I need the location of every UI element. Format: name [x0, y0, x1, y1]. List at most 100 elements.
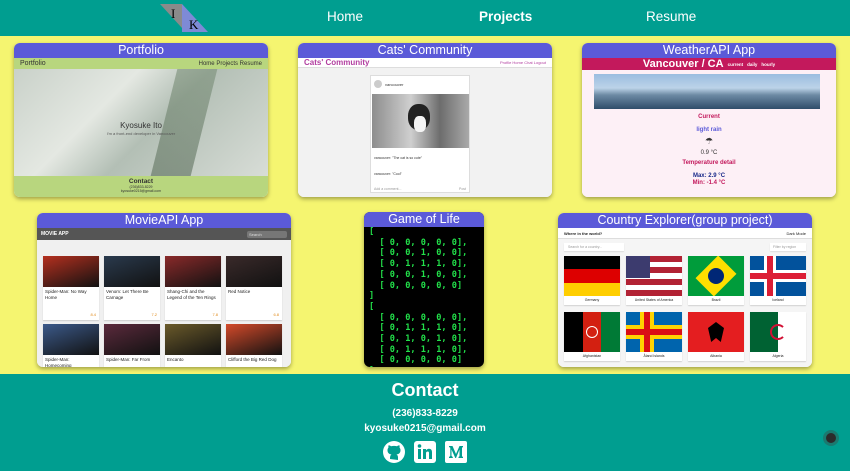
country-card: United States of America — [626, 256, 682, 305]
country-card: Brazil — [688, 256, 744, 305]
flag-image — [626, 256, 682, 296]
card-title: Cats' Community — [298, 43, 552, 58]
logo-letter-left: I — [171, 6, 175, 21]
flag-image — [750, 256, 806, 296]
post-button: Post — [458, 187, 466, 191]
country-card: Algeria — [750, 312, 806, 361]
portfolio-email: kyosuke0215@gmail.com — [120, 189, 162, 193]
weather-current-label: Current — [698, 114, 720, 120]
country-card: Åland Islands — [626, 312, 682, 361]
flag-image — [564, 312, 620, 352]
dark-mode-toggle: Dark Mode — [786, 230, 806, 236]
weather-max: Max: 2.9 °C — [692, 173, 726, 179]
city-skyline-photo — [594, 74, 820, 109]
cat-post: vancouver vancouver: "The cat is so cute… — [370, 75, 470, 193]
country-header: Where in the world? — [564, 230, 603, 236]
nav-home[interactable]: Home — [327, 9, 363, 24]
flag-image — [688, 312, 744, 352]
country-screenshot: Where in the world? Dark Mode Search for… — [558, 228, 812, 367]
region-filter: Filter by region — [770, 243, 806, 251]
weather-condition: light rain — [696, 127, 722, 133]
movie-card: Encanto — [165, 324, 221, 367]
project-card-weather[interactable]: WeatherAPI App Vancouver / CA current da… — [582, 43, 836, 197]
country-name: Albania — [710, 354, 722, 358]
portfolio-name: Kyosuke Ito — [120, 121, 162, 130]
movie-title: Spider-Man: No Way Home — [45, 289, 87, 300]
rain-icon: ☂ — [704, 136, 714, 146]
project-card-cats-community[interactable]: Cats' Community Cats' Community Profile … — [298, 43, 552, 197]
project-card-game-of-life[interactable]: Game of Life [ [ 0, 0, 0, 0, 0], [ 0, 0,… — [364, 212, 484, 367]
card-title: Country Explorer(group project) — [558, 213, 812, 228]
movie-card: Spider-Man: No Way Home 8.4 — [43, 256, 99, 320]
card-title: MovieAPI App — [37, 213, 291, 228]
cats-brand: Cats' Community — [304, 58, 370, 67]
movie-poster — [165, 324, 221, 355]
flag-image — [564, 256, 620, 296]
contact-phone: (236)833-8229 — [392, 408, 458, 419]
movie-rating: 6.8 — [273, 312, 279, 317]
card-title: WeatherAPI App — [582, 43, 836, 58]
avatar — [374, 80, 382, 88]
header: I K Home Projects Resume — [0, 0, 850, 36]
country-card: Germany — [564, 256, 620, 305]
cats-nav: Profile Home Chat Logout — [499, 60, 546, 65]
flag-image — [626, 312, 682, 352]
country-card: Iceland — [750, 256, 806, 305]
country-name: Germany — [584, 298, 600, 302]
movie-title: Spider-Man: Homecoming — [45, 357, 72, 367]
medium-icon[interactable] — [444, 440, 468, 464]
movie-poster — [104, 324, 160, 355]
portfolio-tagline: I'm a front-end developer in Vancouver — [106, 131, 176, 136]
game-of-life-output: [ [ 0, 0, 0, 0, 0], [ 0, 0, 1, 0, 0], [ … — [369, 227, 468, 367]
portfolio-brand: Portfolio — [20, 60, 46, 67]
linkedin-icon[interactable] — [413, 440, 437, 464]
post-comment: vancouver: "Cool" — [374, 172, 402, 176]
movie-rating: 7.8 — [212, 312, 218, 317]
country-name: Brazil — [711, 298, 721, 302]
card-title: Portfolio — [14, 43, 268, 58]
movie-poster — [226, 324, 282, 355]
project-card-country-explorer[interactable]: Country Explorer(group project) Where in… — [558, 213, 812, 367]
scroll-top-button[interactable] — [823, 430, 839, 446]
flag-image — [750, 312, 806, 352]
movie-title: Venom: Let There Be Carnage — [106, 289, 149, 300]
movie-title: Spider-Man: Far From — [106, 357, 151, 362]
project-card-portfolio[interactable]: Portfolio Portfolio Home Projects Resume… — [14, 43, 268, 197]
contact-email[interactable]: kyosuke0215@gmail.com — [0, 423, 850, 434]
portfolio-contact: Contact — [128, 178, 154, 185]
country-card: Albania — [688, 312, 744, 361]
nav-projects[interactable]: Projects — [479, 9, 532, 24]
card-title: Game of Life — [364, 212, 484, 227]
movie-title: Encanto — [167, 357, 184, 362]
country-grid: Search for a country... Filter by region… — [558, 239, 812, 367]
country-name: Åland Islands — [643, 354, 665, 358]
country-search-input: Search for a country... — [564, 243, 624, 251]
movie-title: Shang-Chi and the Legend of the Ten Ring… — [167, 289, 216, 300]
country-name: United States of America — [634, 298, 674, 302]
flag-image — [688, 256, 744, 296]
movie-poster — [104, 256, 160, 287]
logo-letter-right: K — [189, 17, 199, 32]
country-name: Afghanistan — [582, 354, 602, 358]
movie-screenshot: MOVIE APP Search Spider-Man: No Way Home… — [37, 228, 291, 367]
weather-tab-daily: daily — [747, 61, 758, 67]
weather-temperature: 0.9 °C — [700, 150, 718, 156]
project-card-movie[interactable]: MovieAPI App MOVIE APP Search Spider-Man… — [37, 213, 291, 367]
country-name: Algeria — [772, 354, 784, 358]
country-card: Afghanistan — [564, 312, 620, 361]
nav-resume[interactable]: Resume — [646, 9, 696, 24]
contact-title: Contact — [391, 380, 459, 400]
logo-icon[interactable]: I K — [160, 2, 208, 34]
movie-title: Red Notice — [228, 289, 251, 294]
movie-brand: MOVIE APP — [41, 231, 69, 237]
movie-title: Clifford the Big Red Dog — [228, 357, 277, 362]
movie-poster — [226, 256, 282, 287]
movie-card: Red Notice 6.8 — [226, 256, 282, 320]
footer: Contact (236)833-8229 kyosuke0215@gmail.… — [0, 374, 850, 471]
movie-card: Shang-Chi and the Legend of the Ten Ring… — [165, 256, 221, 320]
movie-rating: 7.2 — [151, 312, 157, 317]
portfolio-screenshot: Portfolio Home Projects Resume Kyosuke I… — [14, 58, 268, 197]
github-icon[interactable] — [382, 440, 406, 464]
weather-min: Min: -1.4 °C — [692, 180, 726, 186]
portfolio-nav: Home Projects Resume — [198, 60, 262, 67]
